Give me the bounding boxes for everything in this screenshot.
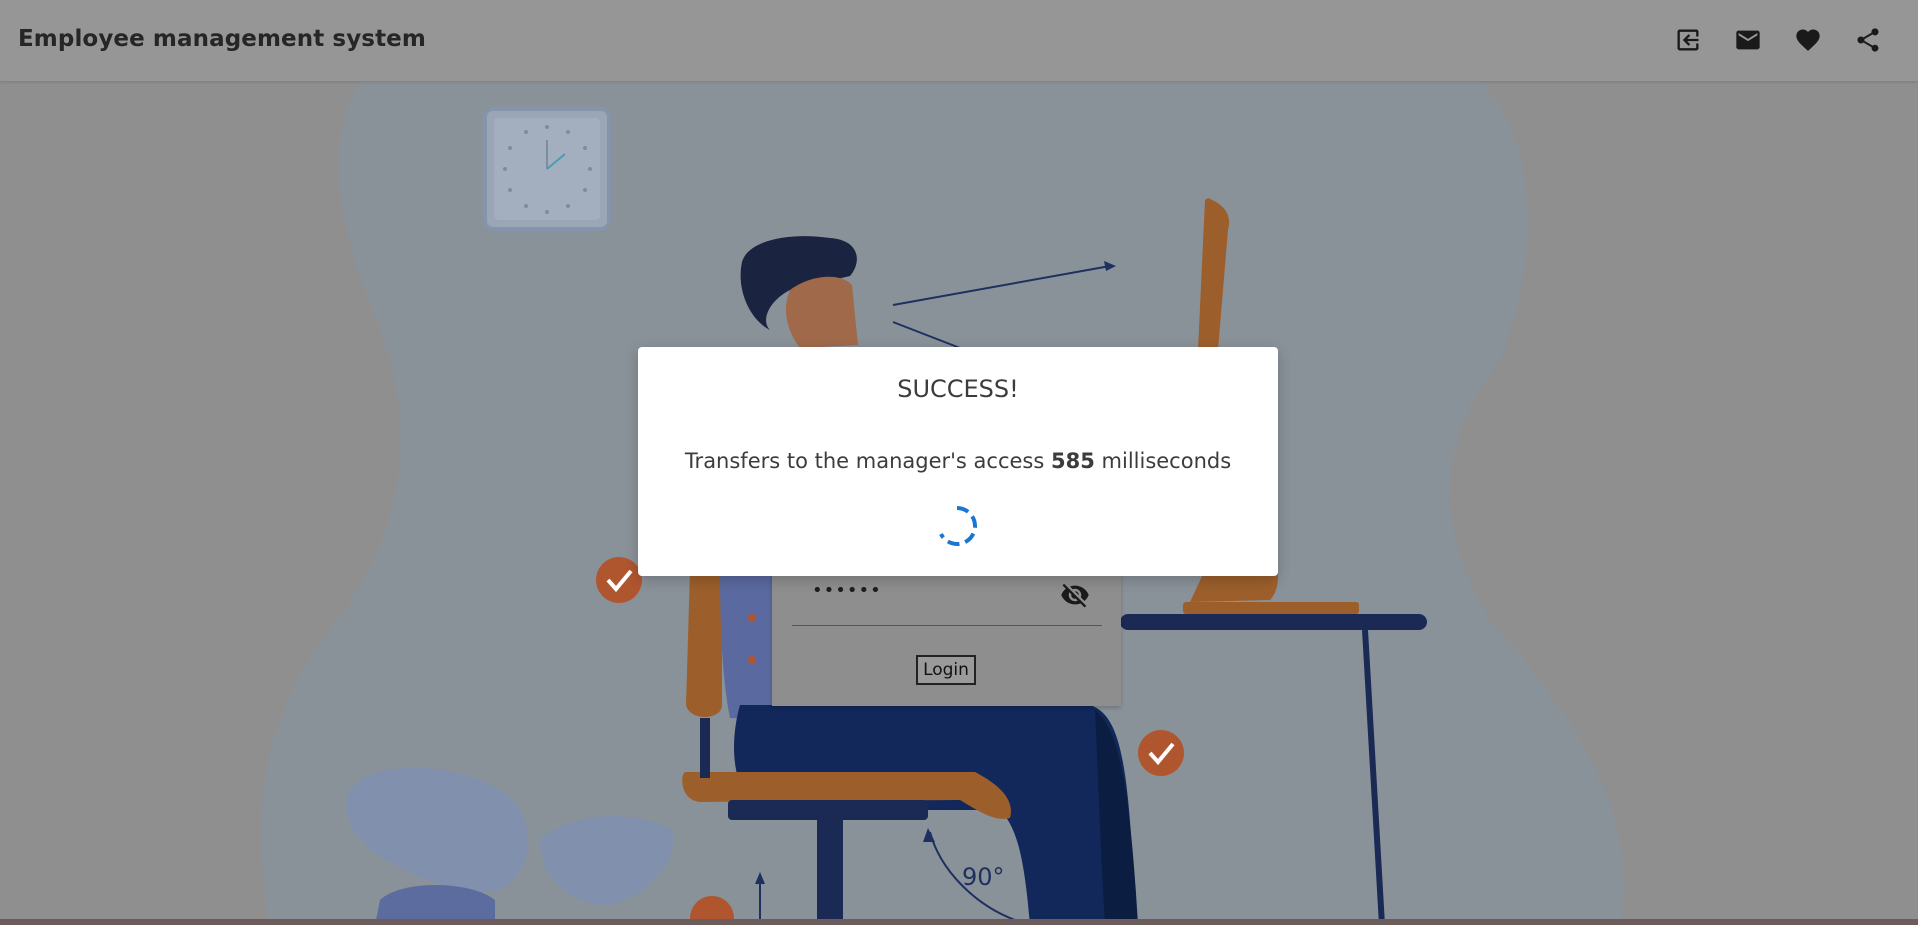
success-dialog: SUCCESS! Transfers to the manager's acce… [638,347,1278,576]
countdown-value: 585 [1051,449,1095,473]
mail-button[interactable] [1730,22,1766,58]
exit-icon [1677,29,1699,51]
password-field[interactable]: •••••• [792,570,1102,626]
app-bar: Employee management system [0,0,1918,81]
mail-icon [1736,30,1760,50]
login-button[interactable]: Login [916,655,976,685]
loading-spinner-icon [939,506,978,547]
eye-off-icon [1061,583,1089,608]
dialog-message-prefix: Transfers to the manager's access [684,449,1045,473]
exit-button[interactable] [1670,22,1706,58]
dialog-message: Transfers to the manager's access 585 mi… [638,449,1278,473]
dialog-title: SUCCESS! [897,375,1019,403]
app-title: Employee management system [18,26,426,52]
password-value: •••••• [812,580,882,601]
favorite-button[interactable] [1790,22,1826,58]
wall-clock-icon [483,107,611,231]
share-icon [1857,28,1879,52]
bottom-strip [0,919,1918,925]
password-visibility-toggle[interactable] [1060,580,1090,610]
heart-icon [1796,29,1820,51]
share-button[interactable] [1850,22,1886,58]
check-badge-icon [1138,730,1184,776]
dialog-message-suffix: milliseconds [1101,449,1232,473]
angle-label: 90° [962,863,1005,891]
check-badge-icon [596,557,642,603]
